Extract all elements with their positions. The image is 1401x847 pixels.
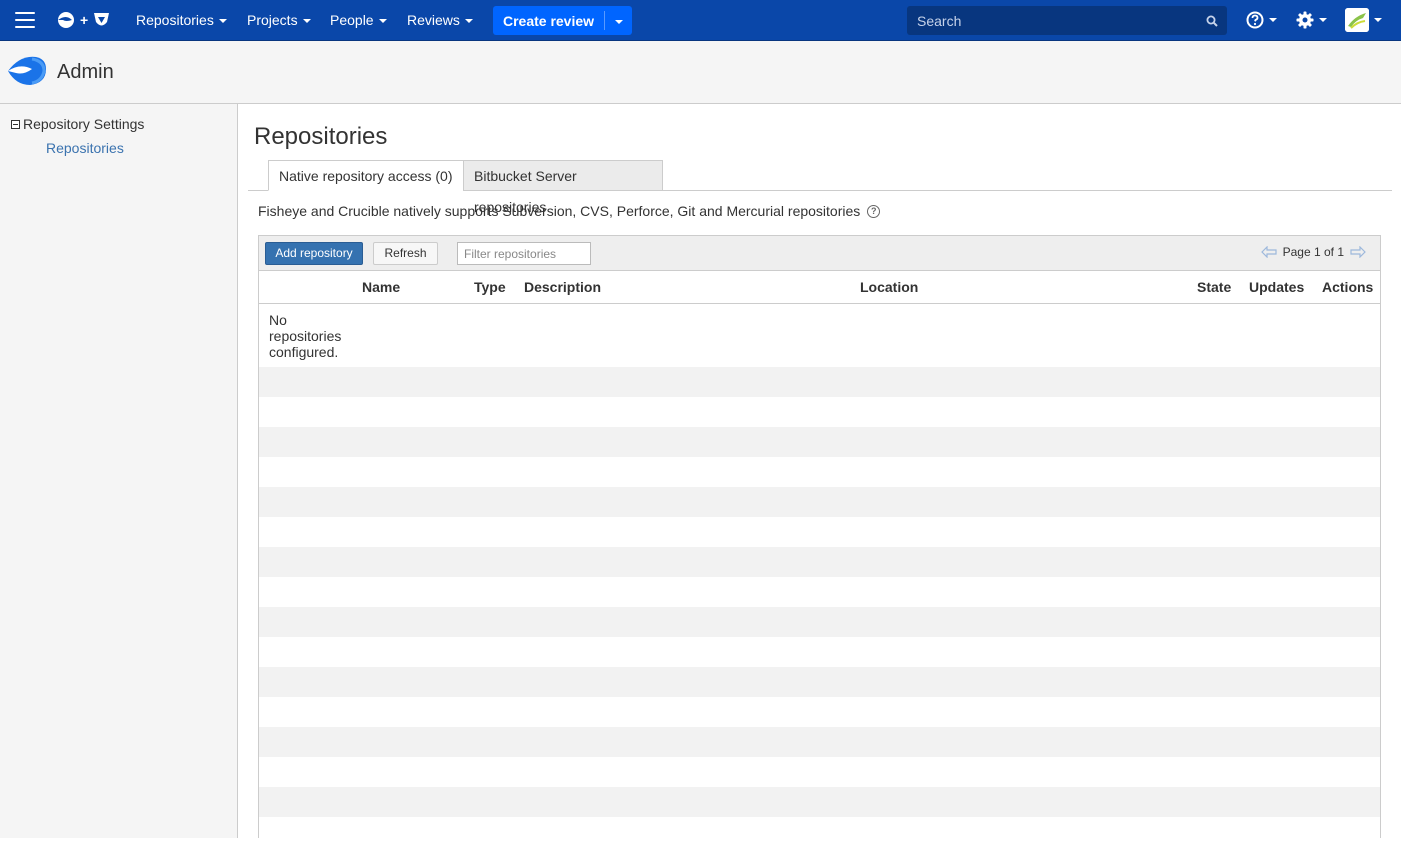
chevron-down-icon <box>1319 18 1327 22</box>
table-row <box>259 817 1380 847</box>
top-navigation-bar: + Repositories Projects People Reviews C… <box>0 0 1401 41</box>
nav-repositories-label: Repositories <box>136 12 214 28</box>
empty-message: No repositories configured. <box>269 312 342 360</box>
nav-projects[interactable]: Projects <box>247 0 311 40</box>
table-row <box>259 487 1380 517</box>
column-header-description[interactable]: Description <box>524 271 601 303</box>
tab-bitbucket-server-repositories[interactable]: Bitbucket Server repositories <box>463 160 663 215</box>
table-row <box>259 427 1380 457</box>
table-row <box>259 787 1380 817</box>
description-line: Fisheye and Crucible natively supports S… <box>258 203 881 219</box>
admin-sidebar: Repository Settings Repositories <box>0 104 238 838</box>
avatar <box>1345 8 1369 32</box>
help-icon[interactable]: ? <box>867 204 881 218</box>
chevron-down-icon <box>1269 18 1277 22</box>
repository-tabs: Native repository access (0) Bitbucket S… <box>248 160 1392 215</box>
table-row <box>259 457 1380 487</box>
chevron-down-icon <box>378 19 387 24</box>
repositories-panel: Add repository Refresh Page 1 of 1 Name … <box>258 235 1381 847</box>
create-review-button[interactable]: Create review <box>493 6 632 35</box>
empty-table-rows <box>259 367 1380 847</box>
avatar-image-icon <box>1345 8 1369 32</box>
fisheye-crucible-logo-icon <box>8 56 46 85</box>
table-row <box>259 577 1380 607</box>
filter-repositories-input[interactable] <box>458 243 590 264</box>
table-row <box>259 667 1380 697</box>
arrow-left-icon[interactable] <box>1260 246 1277 258</box>
sidebar-item-repositories[interactable]: Repositories <box>46 140 124 156</box>
table-row <box>259 367 1380 397</box>
pagination: Page 1 of 1 <box>1260 245 1366 259</box>
help-menu[interactable] <box>1246 11 1277 29</box>
add-repository-button[interactable]: Add repository <box>265 242 363 265</box>
table-row <box>259 697 1380 727</box>
table-row <box>259 397 1380 427</box>
table-row <box>259 727 1380 757</box>
table-row <box>259 607 1380 637</box>
nav-people-label: People <box>330 12 374 28</box>
repositories-toolbar: Add repository Refresh Page 1 of 1 <box>259 236 1380 271</box>
chevron-down-icon <box>218 19 227 24</box>
chevron-down-icon <box>1374 18 1382 22</box>
search-input[interactable] <box>907 6 1227 35</box>
table-row <box>259 547 1380 577</box>
app-switcher-logos[interactable]: + <box>57 11 110 29</box>
table-row <box>259 637 1380 667</box>
nav-reviews[interactable]: Reviews <box>407 0 473 40</box>
nav-repositories[interactable]: Repositories <box>136 0 227 40</box>
table-row <box>259 517 1380 547</box>
chevron-down-icon <box>614 19 623 24</box>
create-review-label: Create review <box>502 12 595 29</box>
table-header: Name Type Description Location State Upd… <box>259 271 1380 304</box>
plus-icon: + <box>80 12 89 28</box>
sidebar-section-repository-settings[interactable]: Repository Settings <box>11 116 144 132</box>
nav-people[interactable]: People <box>330 0 387 40</box>
description-text: Fisheye and Crucible natively supports S… <box>258 203 861 219</box>
chevron-down-icon <box>464 19 473 24</box>
column-header-location[interactable]: Location <box>860 271 918 303</box>
chevron-down-icon <box>302 19 311 24</box>
table-row <box>259 757 1380 787</box>
column-header-state[interactable]: State <box>1197 271 1231 303</box>
hamburger-menu-icon[interactable] <box>15 12 35 28</box>
user-menu[interactable] <box>1345 8 1382 32</box>
filter-box <box>457 242 591 265</box>
gear-icon <box>1296 11 1314 29</box>
column-header-type[interactable]: Type <box>474 271 506 303</box>
nav-projects-label: Projects <box>247 12 298 28</box>
page-header-title: Admin <box>57 61 114 83</box>
help-icon <box>1246 11 1264 29</box>
fisheye-logo-icon <box>58 12 74 28</box>
column-header-updates[interactable]: Updates <box>1249 271 1304 303</box>
arrow-right-icon[interactable] <box>1350 246 1366 258</box>
nav-reviews-label: Reviews <box>407 12 460 28</box>
admin-header: Admin <box>0 41 1401 104</box>
search-box <box>907 6 1227 35</box>
settings-menu[interactable] <box>1296 11 1327 29</box>
create-review-dropdown-toggle[interactable] <box>605 13 632 29</box>
search-icon[interactable] <box>1206 15 1218 27</box>
page-title: Repositories <box>254 123 388 150</box>
sidebar-section-label: Repository Settings <box>23 116 145 132</box>
column-header-actions: Actions <box>1322 279 1374 295</box>
crucible-logo-icon <box>94 13 110 26</box>
collapse-icon[interactable] <box>11 119 20 129</box>
column-header-name[interactable]: Name <box>362 271 400 303</box>
page-indicator: Page 1 of 1 <box>1282 245 1344 259</box>
table-row: No repositories configured. <box>259 304 1380 367</box>
tab-native-repository-access[interactable]: Native repository access (0) <box>268 160 464 191</box>
refresh-button[interactable]: Refresh <box>373 242 438 265</box>
